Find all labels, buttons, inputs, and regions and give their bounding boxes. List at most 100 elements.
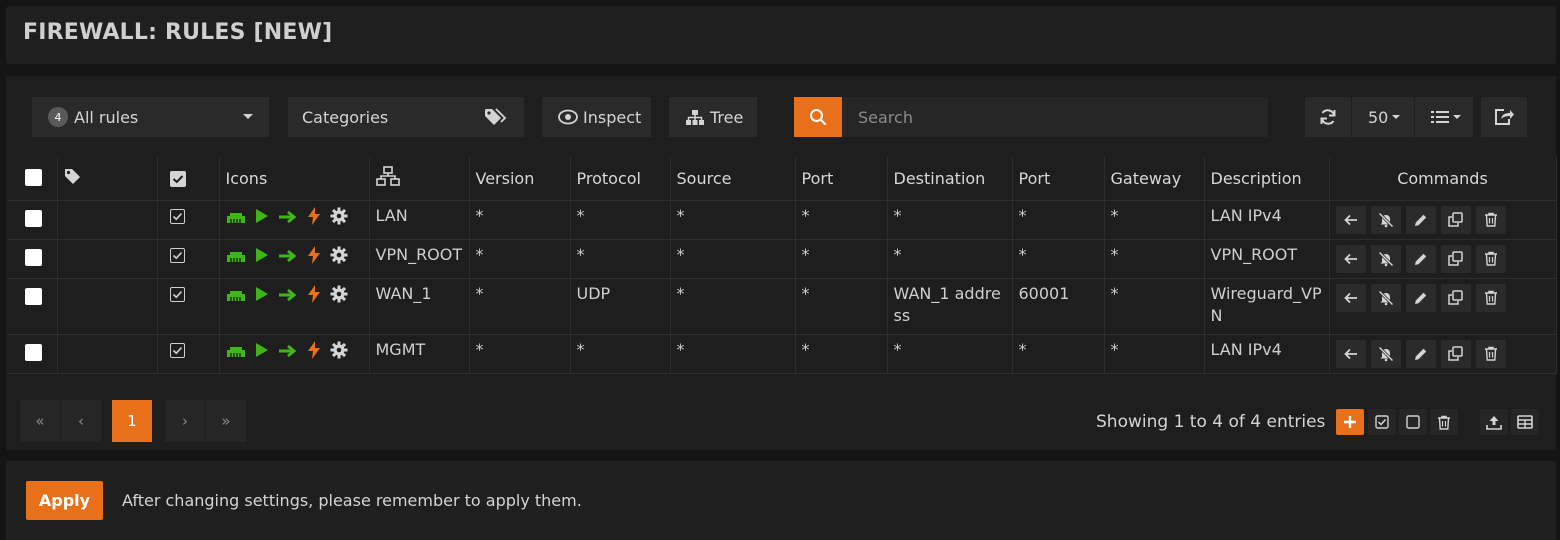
- select-all-checkbox[interactable]: [25, 168, 42, 186]
- move-before-button[interactable]: [1335, 283, 1366, 312]
- refresh-button[interactable]: [1305, 97, 1351, 137]
- clone-button[interactable]: [1440, 339, 1471, 368]
- row-select-checkbox[interactable]: [25, 343, 42, 361]
- move-before-button[interactable]: [1335, 205, 1366, 234]
- enabled-column-header[interactable]: [157, 157, 220, 201]
- protocol-cell: *: [570, 334, 671, 374]
- previous-page-button[interactable]: ‹: [61, 400, 101, 442]
- play-icon[interactable]: [255, 247, 269, 269]
- search-button[interactable]: [794, 97, 842, 137]
- version-column-header[interactable]: Version: [469, 157, 571, 201]
- enabled-check-icon[interactable]: [169, 247, 185, 263]
- clone-button[interactable]: [1440, 283, 1471, 312]
- play-icon[interactable]: [255, 208, 269, 230]
- search-input[interactable]: [842, 97, 1268, 137]
- current-page-button[interactable]: 1: [112, 400, 152, 442]
- icons-column-header[interactable]: Icons: [219, 157, 370, 201]
- select-all-cell: [9, 157, 58, 201]
- interface-column-header[interactable]: [369, 157, 470, 201]
- destination-port-column-header[interactable]: Port: [1012, 157, 1105, 201]
- delete-selected-button[interactable]: [1430, 409, 1458, 435]
- enabled-cell: [157, 278, 220, 335]
- pagination: « ‹ 1 › »: [20, 400, 246, 442]
- play-icon[interactable]: [255, 342, 269, 364]
- toggle-log-button[interactable]: [1370, 283, 1401, 312]
- enabled-check-icon[interactable]: [169, 208, 185, 224]
- edit-button[interactable]: [1405, 244, 1436, 273]
- edit-button[interactable]: [1405, 205, 1436, 234]
- clone-button[interactable]: [1440, 244, 1471, 273]
- network-icon: [375, 166, 400, 190]
- clone-button[interactable]: [1440, 205, 1471, 234]
- search-icon: [809, 108, 827, 126]
- table-row[interactable]: WAN_1 * UDP * * WAN_1 address 60001 * Wireguard_…: [9, 278, 1557, 335]
- toggle-log-button[interactable]: [1370, 244, 1401, 273]
- row-select-cell: [9, 334, 58, 374]
- table-row[interactable]: LAN * * * * * * * LAN IPv4: [9, 200, 1557, 240]
- delete-button[interactable]: [1475, 244, 1506, 273]
- table-view-button[interactable]: [1511, 409, 1539, 435]
- source-cell: *: [670, 200, 796, 240]
- trash-icon: [1484, 346, 1498, 361]
- delete-button[interactable]: [1475, 205, 1506, 234]
- rules-filter-dropdown[interactable]: 4 All rules: [32, 97, 269, 137]
- column-chooser-dropdown[interactable]: [1415, 97, 1473, 137]
- gear-icon[interactable]: [330, 207, 348, 231]
- gear-icon[interactable]: [330, 246, 348, 270]
- commands-cell: [1329, 334, 1557, 374]
- source-port-cell: *: [795, 334, 888, 374]
- last-page-button[interactable]: »: [206, 400, 246, 442]
- export-button[interactable]: [1481, 97, 1527, 137]
- description-cell: LAN IPv4: [1204, 334, 1330, 374]
- gear-icon[interactable]: [330, 285, 348, 309]
- tree-button[interactable]: Tree: [669, 97, 757, 137]
- protocol-column-header[interactable]: Protocol: [570, 157, 671, 201]
- dest-port-cell: *: [1012, 200, 1105, 240]
- table-icon: [1517, 415, 1533, 429]
- enable-selected-button[interactable]: [1368, 409, 1396, 435]
- edit-button[interactable]: [1405, 283, 1436, 312]
- page-size-dropdown[interactable]: 50: [1352, 97, 1414, 137]
- first-page-button[interactable]: «: [20, 400, 60, 442]
- toggle-log-button[interactable]: [1370, 205, 1401, 234]
- row-select-checkbox[interactable]: [25, 248, 42, 266]
- destination-column-header[interactable]: Destination: [887, 157, 1013, 201]
- disable-selected-button[interactable]: [1399, 409, 1427, 435]
- lightning-icon[interactable]: [307, 245, 321, 270]
- enabled-check-icon[interactable]: [169, 342, 185, 358]
- inspect-button[interactable]: Inspect: [542, 97, 651, 137]
- play-icon[interactable]: [255, 286, 269, 308]
- enabled-check-icon[interactable]: [169, 286, 185, 302]
- table-row[interactable]: MGMT * * * * * * * LAN IPv4: [9, 334, 1557, 374]
- categories-dropdown[interactable]: Categories: [288, 97, 524, 137]
- move-before-button[interactable]: [1335, 244, 1366, 273]
- interface-cell: LAN: [369, 200, 470, 240]
- source-port-column-header[interactable]: Port: [795, 157, 888, 201]
- category-column-header[interactable]: [57, 157, 158, 201]
- arrow-right-icon[interactable]: [278, 342, 298, 364]
- delete-button[interactable]: [1475, 339, 1506, 368]
- row-select-checkbox[interactable]: [25, 209, 42, 227]
- apply-button[interactable]: Apply: [26, 481, 103, 520]
- add-rule-button[interactable]: [1336, 409, 1364, 435]
- move-before-button[interactable]: [1335, 339, 1366, 368]
- next-page-button[interactable]: ›: [165, 400, 205, 442]
- lightning-icon[interactable]: [307, 340, 321, 365]
- gear-icon[interactable]: [330, 341, 348, 365]
- lightning-icon[interactable]: [307, 284, 321, 309]
- edit-button[interactable]: [1405, 339, 1436, 368]
- arrow-right-icon[interactable]: [278, 208, 298, 230]
- checkbox-icon: [169, 171, 186, 188]
- table-row[interactable]: VPN_ROOT * * * * * * * VPN_ROOT: [9, 239, 1557, 279]
- source-column-header[interactable]: Source: [670, 157, 796, 201]
- arrow-right-icon[interactable]: [278, 286, 298, 308]
- arrow-right-icon[interactable]: [278, 247, 298, 269]
- upload-button[interactable]: [1480, 409, 1508, 435]
- protocol-cell: UDP: [570, 278, 671, 335]
- delete-button[interactable]: [1475, 283, 1506, 312]
- description-column-header[interactable]: Description: [1204, 157, 1330, 201]
- gateway-column-header[interactable]: Gateway: [1104, 157, 1205, 201]
- lightning-icon[interactable]: [307, 206, 321, 231]
- toggle-log-button[interactable]: [1370, 339, 1401, 368]
- row-select-checkbox[interactable]: [25, 287, 42, 305]
